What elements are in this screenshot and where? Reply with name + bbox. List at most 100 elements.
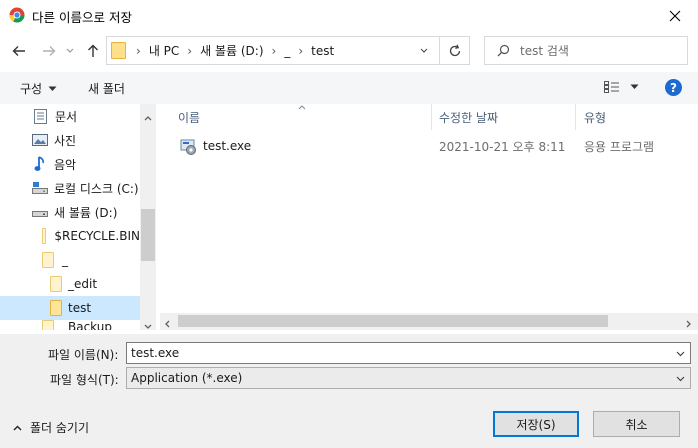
address-dropdown-button[interactable] [409, 37, 439, 64]
chevron-down-icon [144, 324, 152, 329]
up-button[interactable] [82, 40, 104, 62]
navigation-scrollbar[interactable] [140, 104, 156, 330]
nav-item-label: _Backup [62, 320, 112, 330]
nav-item-label: 새 볼륨 (D:) [54, 205, 118, 220]
chevron-right-icon [686, 320, 691, 328]
chevron-down-icon [676, 351, 685, 357]
filetype-label: 파일 형식(T): [50, 373, 119, 387]
caret-down-icon [630, 84, 639, 89]
application-icon [180, 139, 196, 155]
nav-item-volume-d[interactable]: 새 볼륨 (D:) [0, 200, 140, 224]
nav-item-documents[interactable]: 문서 [0, 104, 140, 128]
breadcrumb-separator: › [136, 43, 141, 58]
nav-item-label: 사진 [54, 133, 77, 148]
nav-item-local-disk-c[interactable]: 로컬 디스크 (C:) [0, 176, 140, 200]
arrow-up-icon [88, 44, 98, 57]
breadcrumb-underscore[interactable]: _ [284, 44, 290, 58]
documents-icon [34, 108, 47, 124]
column-header-name[interactable]: 이름 [160, 104, 432, 130]
refresh-icon [449, 44, 460, 56]
folder-icon [42, 252, 54, 268]
details-view-icon [604, 81, 619, 93]
organize-button[interactable]: 구성 [20, 80, 57, 97]
scroll-left-arrow[interactable] [165, 317, 170, 331]
scroll-up-arrow[interactable] [144, 110, 152, 124]
filename-value: test.exe [131, 346, 180, 360]
file-name: test.exe [203, 139, 252, 153]
organize-label: 구성 [20, 82, 43, 96]
chevron-up-icon [13, 425, 22, 430]
close-button[interactable] [652, 0, 698, 32]
file-date: 2021-10-21 오후 8:11 [439, 139, 566, 154]
nav-item-backup[interactable]: _Backup [0, 320, 140, 330]
forward-button[interactable] [38, 40, 60, 62]
nav-item-label: test [68, 301, 92, 315]
column-type-label: 유형 [584, 110, 607, 125]
filetype-select[interactable]: Application (*.exe) [126, 367, 691, 389]
caret-down-icon [48, 86, 57, 91]
close-icon [669, 10, 681, 22]
pictures-icon [32, 134, 48, 146]
column-header-date[interactable]: 수정한 날짜 [432, 104, 576, 130]
save-button[interactable]: 저장(S) [493, 411, 579, 437]
breadcrumb-my-pc[interactable]: 내 PC [149, 42, 179, 59]
help-icon: ? [670, 80, 677, 95]
folder-icon [50, 300, 62, 316]
search-placeholder: test 검색 [520, 44, 569, 58]
folder-icon [42, 320, 54, 330]
nav-item-label: _edit [68, 277, 98, 291]
new-folder-button[interactable]: 새 폴더 [88, 80, 125, 97]
file-row[interactable]: test.exe 2021-10-21 오후 8:11 응용 프로그램 [176, 135, 676, 157]
help-button[interactable]: ? [665, 79, 682, 96]
nav-item-label: 음악 [54, 157, 77, 172]
refresh-button[interactable] [439, 37, 469, 64]
scroll-thumb[interactable] [141, 209, 155, 261]
save-label: 저장(S) [516, 417, 556, 432]
search-input[interactable]: test 검색 [484, 36, 688, 65]
recent-locations-button[interactable] [62, 40, 78, 62]
drive-icon [32, 211, 48, 217]
arrow-left-icon [12, 46, 25, 56]
breadcrumb-separator: › [298, 43, 304, 58]
nav-item-label: _ [62, 253, 68, 267]
horizontal-scrollbar[interactable] [160, 313, 698, 330]
chevron-down-icon [66, 48, 74, 53]
hide-folders-button[interactable]: 폴더 숨기기 [13, 419, 89, 436]
nav-item-music[interactable]: 음악 [0, 152, 140, 176]
column-date-label: 수정한 날짜 [439, 110, 499, 125]
folder-icon [42, 228, 47, 244]
column-header-type[interactable]: 유형 [576, 104, 698, 130]
file-type: 응용 프로그램 [584, 139, 655, 154]
window-title: 다른 이름으로 저장 [32, 10, 132, 25]
cancel-button[interactable]: 취소 [593, 411, 680, 437]
nav-item-test[interactable]: test [0, 296, 140, 320]
chrome-icon [9, 7, 25, 23]
address-bar[interactable]: › 내 PC › 새 볼륨 (D:) › _ › test [106, 36, 470, 65]
scroll-right-arrow[interactable] [686, 317, 691, 331]
back-button[interactable] [8, 40, 30, 62]
drive-icon [32, 182, 48, 194]
music-icon [34, 156, 44, 171]
breadcrumb-test[interactable]: test [311, 44, 334, 58]
breadcrumb-separator: › [271, 43, 277, 58]
scroll-down-arrow[interactable] [144, 318, 152, 332]
breadcrumb-volume-d[interactable]: 새 볼륨 (D:) [200, 42, 263, 59]
search-icon [497, 44, 510, 57]
filename-label: 파일 이름(N): [48, 348, 119, 362]
nav-item-label: 로컬 디스크 (C:) [54, 181, 139, 196]
arrow-right-icon [43, 46, 56, 56]
cancel-label: 취소 [625, 417, 648, 432]
nav-item-recycle-bin[interactable]: $RECYCLE.BIN [0, 224, 140, 248]
nav-item-label: $RECYCLE.BIN [54, 229, 140, 243]
folder-icon [111, 42, 126, 59]
filename-input[interactable]: test.exe [126, 342, 691, 364]
navigation-pane: 문서 사진 음악 로컬 디스크 (C:) 새 볼륨 (D:) $RECYCLE.… [0, 104, 156, 330]
nav-item-edit[interactable]: _edit [0, 272, 140, 296]
view-options-button[interactable] [604, 81, 639, 93]
scroll-thumb[interactable] [178, 315, 608, 327]
nav-item-pictures[interactable]: 사진 [0, 128, 140, 152]
hide-folders-label: 폴더 숨기기 [30, 421, 90, 435]
column-name-label: 이름 [178, 110, 201, 125]
nav-item-underscore[interactable]: _ [0, 248, 140, 272]
chevron-left-icon [165, 320, 170, 328]
